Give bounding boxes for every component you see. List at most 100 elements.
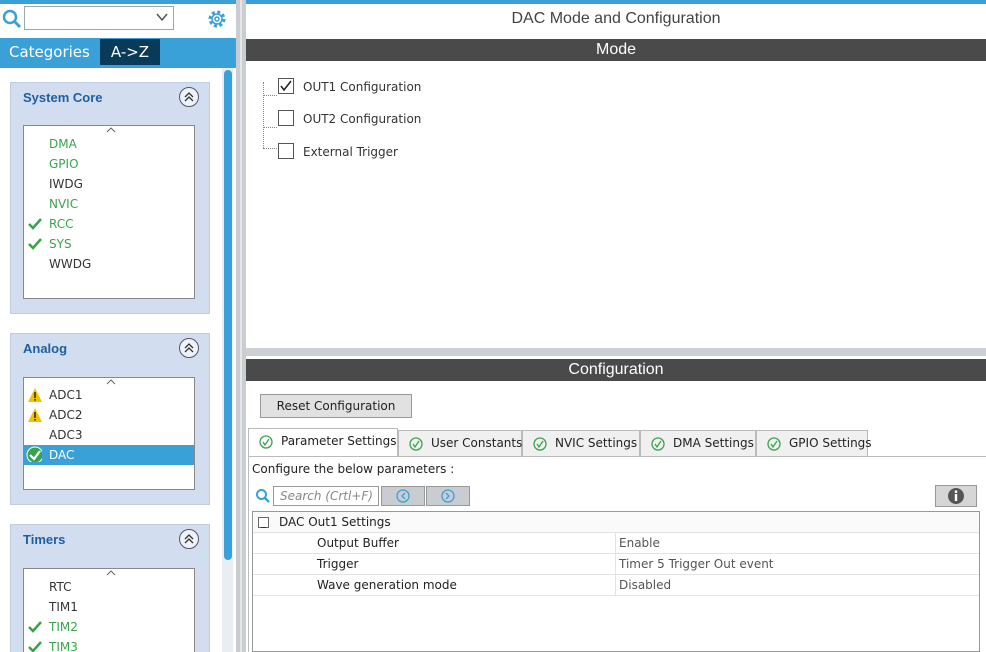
check-circle-icon bbox=[26, 446, 42, 462]
chevron-down-icon[interactable] bbox=[155, 10, 169, 24]
tab-dma-settings[interactable]: DMA Settings bbox=[640, 430, 756, 456]
checkbox-label: OUT1 Configuration bbox=[303, 80, 422, 94]
list-item[interactable]: ADC1 bbox=[24, 385, 194, 405]
search-combo[interactable] bbox=[24, 6, 174, 30]
configuration-header: Configuration bbox=[246, 359, 986, 381]
parameter-grid: DAC Out1 Settings Output Buffer Enable T… bbox=[252, 511, 980, 652]
tab-nvic-settings[interactable]: NVIC Settings bbox=[522, 430, 640, 456]
checkbox-label: External Trigger bbox=[303, 145, 398, 159]
check-icon bbox=[28, 238, 42, 250]
check-icon bbox=[28, 218, 42, 230]
table-row[interactable]: Output Buffer Enable bbox=[253, 533, 979, 554]
tab-categories[interactable]: Categories bbox=[0, 39, 100, 65]
group-title: System Core bbox=[23, 90, 103, 105]
tree-line bbox=[263, 95, 277, 96]
collapse-minus-icon[interactable] bbox=[258, 517, 269, 528]
list-item[interactable]: DMA bbox=[24, 134, 194, 154]
list-item[interactable]: TIM2 bbox=[24, 617, 194, 637]
check-circle-icon bbox=[767, 437, 781, 451]
check-circle-icon bbox=[651, 437, 665, 451]
param-value[interactable]: Timer 5 Trigger Out event bbox=[615, 554, 774, 575]
list-item[interactable]: WWDG bbox=[24, 254, 194, 274]
table-row[interactable]: Trigger Timer 5 Trigger Out event bbox=[253, 554, 979, 575]
configure-label: Configure the below parameters : bbox=[252, 462, 455, 476]
list-item[interactable]: ADC2 bbox=[24, 405, 194, 425]
checkbox-label: OUT2 Configuration bbox=[303, 112, 422, 126]
tab-label: GPIO Settings bbox=[789, 436, 872, 450]
out1-checkbox[interactable] bbox=[278, 78, 294, 94]
group-title: Timers bbox=[23, 532, 66, 547]
list-item[interactable]: TIM1 bbox=[24, 597, 194, 617]
scroll-up-icon[interactable] bbox=[106, 126, 116, 134]
gear-icon[interactable] bbox=[206, 8, 228, 30]
peripheral-list: ADC1 ADC2 ADC3 DAC bbox=[23, 377, 195, 490]
splitter-line bbox=[240, 0, 242, 652]
left-scrollbar-thumb[interactable] bbox=[224, 70, 232, 560]
group-title: Analog bbox=[23, 341, 68, 356]
param-group-row[interactable]: DAC Out1 Settings bbox=[253, 512, 979, 533]
tab-label: User Constants bbox=[431, 436, 523, 450]
tree-line bbox=[263, 127, 277, 128]
page-title: DAC Mode and Configuration bbox=[511, 10, 721, 27]
list-item-selected[interactable]: DAC bbox=[24, 445, 194, 465]
list-item[interactable]: SYS bbox=[24, 234, 194, 254]
tab-a-to-z[interactable]: A->Z bbox=[100, 39, 160, 65]
arrow-left-icon bbox=[396, 489, 410, 503]
param-group-label: DAC Out1 Settings bbox=[279, 515, 391, 529]
search-icon[interactable] bbox=[255, 488, 271, 504]
search-next-button[interactable] bbox=[426, 486, 470, 506]
check-circle-icon bbox=[259, 435, 273, 449]
right-top-accent bbox=[246, 0, 986, 4]
list-item[interactable]: TIM3 bbox=[24, 637, 194, 652]
scroll-up-icon[interactable] bbox=[106, 569, 116, 577]
search-previous-button[interactable] bbox=[381, 486, 425, 506]
right-panel: DAC Mode and Configuration Mode OUT1 Con… bbox=[246, 0, 986, 652]
group-timers: Timers RTC TIM1 TIM2 TIM3 bbox=[10, 524, 210, 652]
external-trigger-checkbox[interactable] bbox=[278, 143, 294, 159]
list-item[interactable]: RCC bbox=[24, 214, 194, 234]
info-button[interactable] bbox=[935, 485, 977, 507]
peripheral-list: RTC TIM1 TIM2 TIM3 bbox=[23, 568, 195, 652]
collapse-icon[interactable] bbox=[179, 338, 199, 358]
group-system-core: System Core DMA GPIO IWDG NVIC RCC SYS W… bbox=[10, 82, 210, 314]
collapse-icon[interactable] bbox=[179, 529, 199, 549]
param-name: Trigger bbox=[317, 557, 359, 571]
check-circle-icon bbox=[409, 437, 423, 451]
warning-icon bbox=[28, 388, 42, 402]
param-name: Wave generation mode bbox=[317, 578, 457, 592]
tree-line bbox=[263, 148, 277, 149]
left-panel: Categories A->Z System Core DMA GPIO IWD… bbox=[0, 0, 236, 652]
list-item[interactable]: GPIO bbox=[24, 154, 194, 174]
param-value[interactable]: Disabled bbox=[615, 575, 671, 596]
parameter-search-input[interactable]: Search (Crtl+F) bbox=[273, 486, 379, 506]
tab-user-constants[interactable]: User Constants bbox=[398, 430, 522, 456]
check-circle-icon bbox=[533, 437, 547, 451]
list-item[interactable]: ADC3 bbox=[24, 425, 194, 445]
tab-label: NVIC Settings bbox=[555, 436, 638, 450]
checkmark-icon bbox=[280, 80, 292, 92]
param-name: Output Buffer bbox=[317, 536, 399, 550]
tree-line bbox=[263, 82, 264, 148]
collapse-icon[interactable] bbox=[179, 87, 199, 107]
arrow-right-icon bbox=[441, 489, 455, 503]
list-item[interactable]: IWDG bbox=[24, 174, 194, 194]
reset-configuration-button[interactable]: Reset Configuration bbox=[260, 394, 412, 418]
section-divider[interactable] bbox=[246, 348, 986, 356]
search-icon[interactable] bbox=[2, 9, 22, 29]
check-icon bbox=[28, 641, 42, 652]
tab-label: DMA Settings bbox=[673, 436, 754, 450]
list-item[interactable]: NVIC bbox=[24, 194, 194, 214]
tab-parameter-settings[interactable]: Parameter Settings bbox=[248, 428, 398, 456]
list-item[interactable]: RTC bbox=[24, 577, 194, 597]
table-row[interactable]: Wave generation mode Disabled bbox=[253, 575, 979, 596]
warning-icon bbox=[28, 408, 42, 422]
tab-gpio-settings[interactable]: GPIO Settings bbox=[756, 430, 872, 456]
check-icon bbox=[28, 621, 42, 633]
param-value[interactable]: Enable bbox=[615, 533, 660, 554]
mode-header: Mode bbox=[246, 39, 986, 61]
tab-label: Parameter Settings bbox=[281, 434, 397, 448]
peripheral-list: DMA GPIO IWDG NVIC RCC SYS WWDG bbox=[23, 125, 195, 299]
left-top-accent bbox=[0, 0, 236, 4]
out2-checkbox[interactable] bbox=[278, 110, 294, 126]
info-icon bbox=[948, 488, 964, 504]
